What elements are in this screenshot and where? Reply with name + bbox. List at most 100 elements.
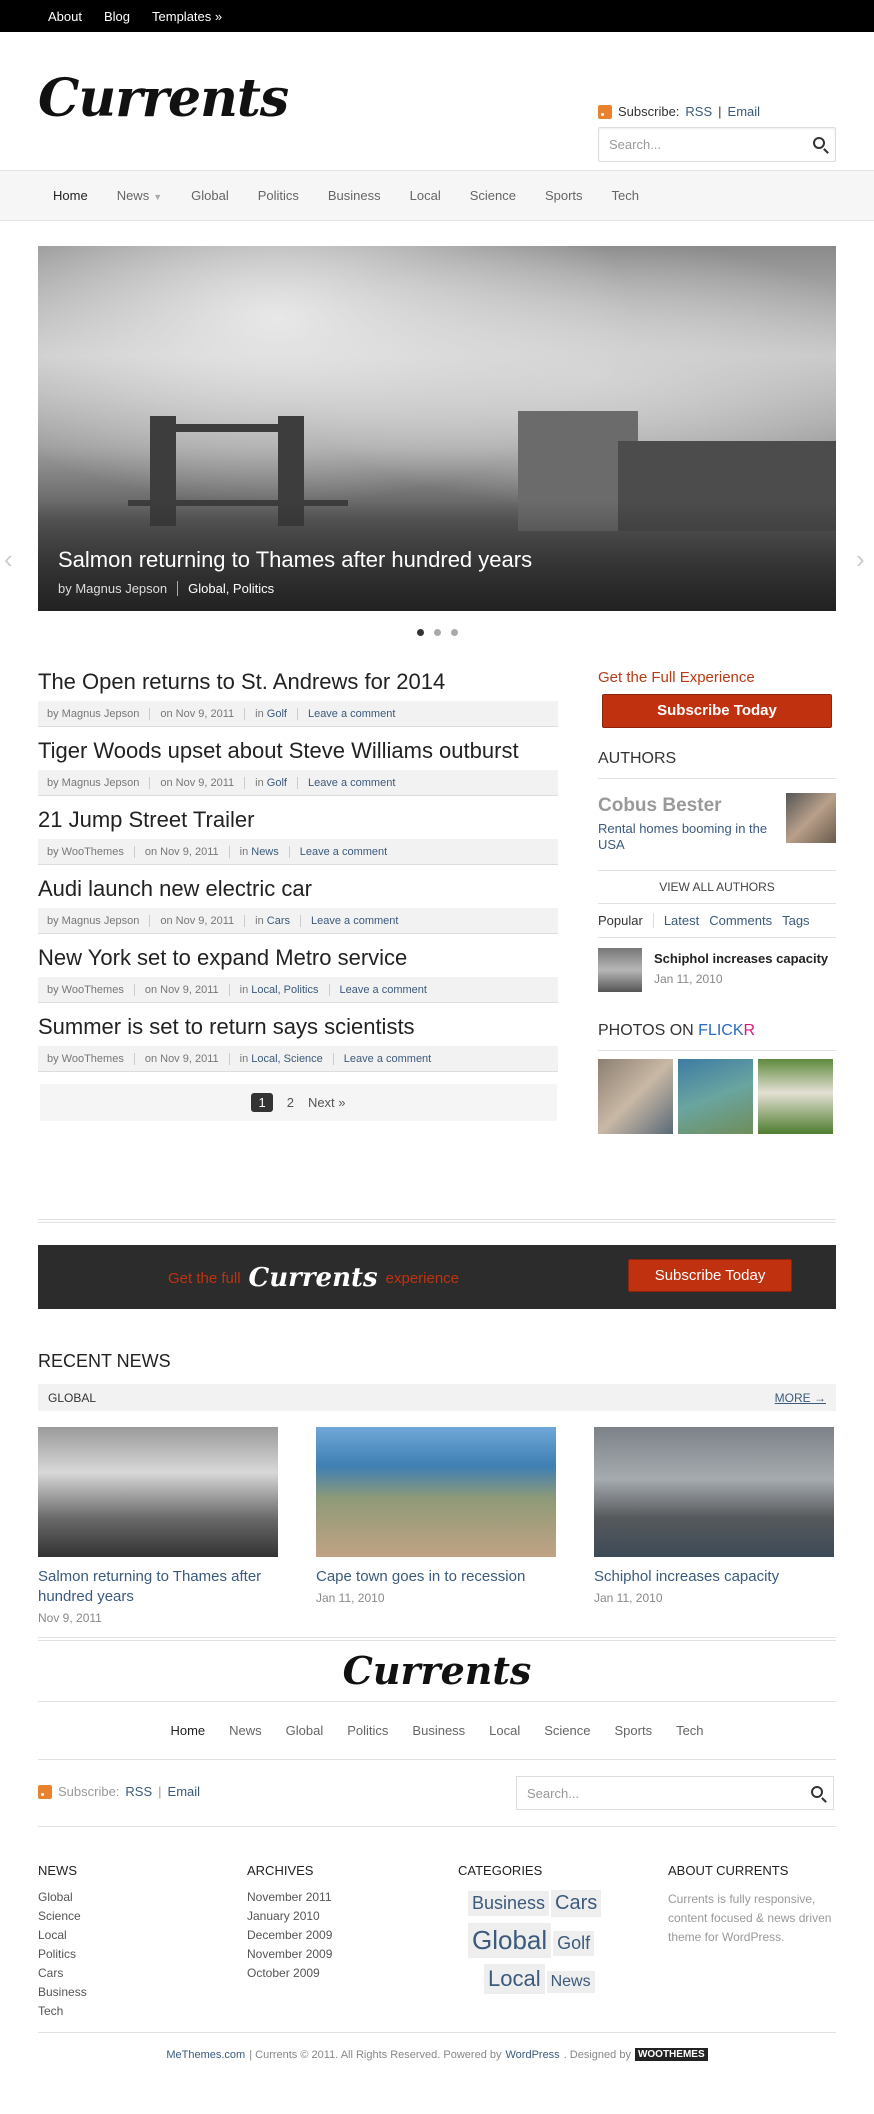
flickr-photo[interactable]	[678, 1059, 753, 1134]
post-author[interactable]: by Magnus Jepson	[47, 914, 151, 927]
more-link[interactable]: MORE →	[775, 1391, 826, 1405]
tab-comments[interactable]: Comments	[709, 913, 772, 928]
footer-email-link[interactable]: Email	[168, 1784, 201, 1799]
archive-link[interactable]: December 2009	[247, 1928, 332, 1942]
flickr-photo[interactable]	[758, 1059, 833, 1134]
post-title[interactable]: Tiger Woods upset about Steve Williams o…	[38, 738, 558, 764]
recent-thumbnail[interactable]	[594, 1427, 834, 1557]
footer-news-link[interactable]: Science	[38, 1909, 87, 1923]
slider-dot[interactable]	[450, 629, 458, 636]
category-link[interactable]: Golf	[267, 777, 287, 789]
top-link-blog[interactable]: Blog	[104, 9, 130, 24]
site-logo[interactable]: Currents	[38, 68, 289, 129]
tag-link[interactable]: Cars	[551, 1890, 602, 1917]
search-icon[interactable]	[811, 1786, 823, 1798]
avatar[interactable]	[786, 793, 836, 843]
tag-link[interactable]: Golf	[553, 1931, 595, 1956]
top-link-templates[interactable]: Templates »	[152, 9, 222, 24]
tab-latest[interactable]: Latest	[664, 913, 699, 928]
view-all-authors[interactable]: VIEW ALL AUTHORS	[598, 871, 836, 904]
footer-search-input[interactable]: Search...	[516, 1776, 834, 1810]
nav-sports[interactable]: Sports	[545, 188, 583, 203]
nav-global[interactable]: Global	[191, 188, 229, 203]
footer-logo[interactable]: Currents	[0, 1641, 874, 1701]
footer-nav-politics[interactable]: Politics	[347, 1723, 388, 1738]
footer-nav-home[interactable]: Home	[170, 1723, 205, 1738]
category-link[interactable]: Local, Politics	[251, 984, 318, 996]
post-title[interactable]: 21 Jump Street Trailer	[38, 807, 558, 833]
archive-link[interactable]: January 2010	[247, 1909, 332, 1923]
tab-popular[interactable]: Popular	[598, 913, 654, 928]
recent-title[interactable]: Cape town goes in to recession	[316, 1567, 556, 1587]
post-title[interactable]: New York set to expand Metro service	[38, 945, 558, 971]
archive-link[interactable]: November 2009	[247, 1947, 332, 1961]
banner-subscribe-button[interactable]: Subscribe Today	[628, 1259, 792, 1292]
search-input[interactable]: Search...	[598, 127, 836, 162]
nav-news[interactable]: News ▼	[117, 188, 162, 203]
footer-nav-science[interactable]: Science	[544, 1723, 590, 1738]
slider-prev-icon[interactable]: ‹	[4, 546, 18, 572]
nav-home[interactable]: Home	[53, 188, 88, 203]
featured-slider[interactable]: Salmon returning to Thames after hundred…	[38, 246, 836, 611]
footer-news-link[interactable]: Global	[38, 1890, 87, 1904]
tab-post-thumbnail[interactable]	[598, 948, 642, 992]
archive-link[interactable]: November 2011	[247, 1890, 332, 1904]
footer-nav-business[interactable]: Business	[412, 1723, 465, 1738]
category-link[interactable]: News	[251, 846, 279, 858]
archive-link[interactable]: October 2009	[247, 1966, 332, 1980]
slider-dot[interactable]	[416, 629, 424, 636]
recent-thumbnail[interactable]	[316, 1427, 556, 1557]
post-author[interactable]: by Magnus Jepson	[47, 776, 151, 789]
wordpress-link[interactable]: WordPress	[505, 2049, 559, 2061]
tab-post-title[interactable]: Schiphol increases capacity	[654, 951, 828, 966]
nav-tech[interactable]: Tech	[612, 188, 639, 203]
footer-nav-tech[interactable]: Tech	[676, 1723, 703, 1738]
comment-link[interactable]: Leave a comment	[311, 915, 398, 927]
footer-nav-sports[interactable]: Sports	[615, 1723, 653, 1738]
post-author[interactable]: by Magnus Jepson	[47, 707, 151, 720]
recent-thumbnail[interactable]	[38, 1427, 278, 1557]
page-1[interactable]: 1	[251, 1093, 273, 1112]
post-author[interactable]: by WooThemes	[47, 983, 135, 996]
nav-politics[interactable]: Politics	[258, 188, 299, 203]
tag-link[interactable]: Global	[468, 1923, 552, 1958]
page-2[interactable]: 2	[287, 1095, 294, 1110]
tag-link[interactable]: Local	[484, 1964, 545, 1994]
slider-dot[interactable]	[433, 629, 441, 636]
footer-news-link[interactable]: Politics	[38, 1947, 87, 1961]
comment-link[interactable]: Leave a comment	[344, 1053, 431, 1065]
nav-science[interactable]: Science	[470, 188, 516, 203]
slide-title[interactable]: Salmon returning to Thames after hundred…	[58, 547, 532, 573]
footer-news-link[interactable]: Tech	[38, 2004, 87, 2018]
comment-link[interactable]: Leave a comment	[308, 708, 395, 720]
comment-link[interactable]: Leave a comment	[308, 777, 395, 789]
category-link[interactable]: Local, Science	[251, 1053, 323, 1065]
woothemes-logo[interactable]: WOOTHEMES	[634, 2048, 708, 2061]
footer-nav-news[interactable]: News	[229, 1723, 262, 1738]
footer-nav-global[interactable]: Global	[286, 1723, 324, 1738]
category-link[interactable]: Cars	[267, 915, 290, 927]
rss-link[interactable]: RSS	[685, 104, 712, 119]
subscribe-button[interactable]: Subscribe Today	[602, 694, 832, 728]
tag-link[interactable]: Business	[468, 1891, 550, 1916]
footer-news-link[interactable]: Cars	[38, 1966, 87, 1980]
tab-tags[interactable]: Tags	[782, 913, 809, 928]
tag-link[interactable]: News	[546, 1971, 595, 1993]
post-title[interactable]: The Open returns to St. Andrews for 2014	[38, 669, 558, 695]
category-link[interactable]: Golf	[267, 708, 287, 720]
post-author[interactable]: by WooThemes	[47, 1052, 135, 1065]
email-link[interactable]: Email	[728, 104, 761, 119]
footer-news-link[interactable]: Local	[38, 1928, 87, 1942]
flickr-photo[interactable]	[598, 1059, 673, 1134]
nav-local[interactable]: Local	[410, 188, 441, 203]
site-link[interactable]: MeThemes.com	[166, 2049, 245, 2061]
comment-link[interactable]: Leave a comment	[300, 846, 387, 858]
nav-business[interactable]: Business	[328, 188, 381, 203]
post-title[interactable]: Audi launch new electric car	[38, 876, 558, 902]
top-link-about[interactable]: About	[48, 9, 82, 24]
next-page[interactable]: Next »	[308, 1095, 346, 1110]
recent-title[interactable]: Schiphol increases capacity	[594, 1567, 834, 1587]
slide-categories[interactable]: Global, Politics	[177, 581, 275, 596]
author-name[interactable]: Cobus Bester	[598, 795, 722, 817]
footer-rss-link[interactable]: RSS	[125, 1784, 152, 1799]
